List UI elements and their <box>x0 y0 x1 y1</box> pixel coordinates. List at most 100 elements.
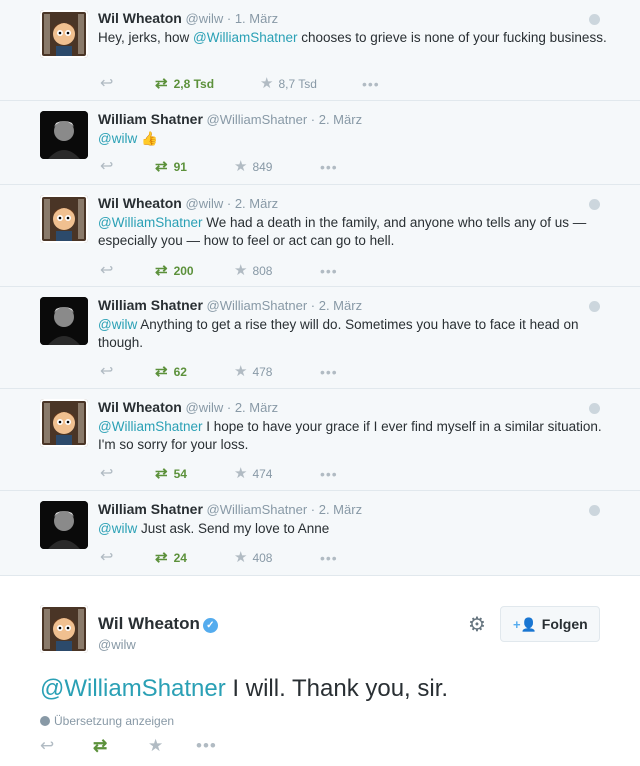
timestamp[interactable]: · 1. März <box>227 11 278 26</box>
mention-link[interactable]: @WilliamShatner <box>40 675 226 702</box>
avatar[interactable] <box>40 399 88 447</box>
retweet-button[interactable]: ⇄ 2,8 Tsd <box>155 74 214 94</box>
more-icon[interactable]: ••• <box>320 261 338 281</box>
mention-link[interactable]: @wilw <box>98 317 137 332</box>
reply-icon[interactable]: ↩ <box>100 74 113 94</box>
tweet-body: Just ask. Send my love to Anne <box>137 521 330 536</box>
favorite-count: 808 <box>252 264 273 278</box>
fullname[interactable]: Wil Wheaton <box>98 195 182 211</box>
more-icon[interactable]: ••• <box>320 362 338 382</box>
retweet-count: 24 <box>173 551 187 565</box>
more-icon[interactable]: ••• <box>320 157 338 177</box>
favorite-count: 408 <box>252 551 273 565</box>
timestamp[interactable]: · 2. März <box>227 400 278 415</box>
retweet-icon: ⇄ <box>155 158 168 175</box>
tweet-text: Hey, jerks, how @WilliamShatner chooses … <box>98 29 612 47</box>
star-icon: ★ <box>234 158 248 175</box>
star-icon: ★ <box>234 549 248 566</box>
tweet-actions: ↩ ⇄ 24 ★ 408 ••• <box>98 548 398 568</box>
more-icon[interactable]: ••• <box>320 464 338 484</box>
tweet-body: 👍 <box>137 131 158 146</box>
tweet-item[interactable]: William Shatner @WilliamShatner · 2. Mär… <box>0 491 640 576</box>
timestamp[interactable]: · 2. März <box>311 112 362 127</box>
tweet-item[interactable]: Wil Wheaton @wilw · 1. März Hey, jerks, h… <box>0 0 640 101</box>
tweet-item[interactable]: Wil Wheaton @wilw · 2. März @WilliamShatn… <box>0 185 640 287</box>
favorite-button[interactable]: ★ 849 <box>234 157 272 177</box>
globe-icon <box>589 199 600 210</box>
mention-link[interactable]: @wilw <box>98 521 137 536</box>
favorite-button[interactable]: ★ 808 <box>234 261 272 281</box>
tweet-content: Wil Wheaton @wilw · 2. März @WilliamShatn… <box>98 195 612 250</box>
avatar[interactable] <box>40 501 88 549</box>
reply-icon[interactable]: ↩ <box>100 157 113 177</box>
more-icon[interactable]: ••• <box>320 548 338 568</box>
avatar[interactable] <box>40 297 88 345</box>
more-icon[interactable]: ••• <box>362 74 380 94</box>
mention-link[interactable]: @WilliamShatner <box>193 30 297 45</box>
mention-link[interactable]: @WilliamShatner <box>98 215 202 230</box>
tweet-item[interactable]: William Shatner @WilliamShatner · 2. Mär… <box>0 287 640 389</box>
retweet-button[interactable]: ⇄ 54 <box>155 464 187 484</box>
main-username[interactable]: @wilw <box>98 637 136 652</box>
favorite-count: 478 <box>252 365 273 379</box>
favorite-button[interactable]: ★ 474 <box>234 464 272 484</box>
username[interactable]: @WilliamShatner <box>207 298 308 313</box>
tweet-body: Anything to get a rise they will do. Som… <box>98 317 579 350</box>
username[interactable]: @WilliamShatner <box>207 502 308 517</box>
translate-link[interactable]: Übersetzung anzeigen <box>40 714 174 728</box>
reply-icon[interactable]: ↩ <box>100 548 113 568</box>
tweet-text: @wilw 👍 <box>98 130 612 148</box>
timestamp[interactable]: · 2. März <box>311 298 362 313</box>
retweet-button[interactable]: ⇄ 91 <box>155 157 187 177</box>
fullname[interactable]: Wil Wheaton <box>98 10 182 26</box>
username[interactable]: @wilw <box>186 196 224 211</box>
retweet-icon[interactable]: ⇄ <box>93 736 107 756</box>
tweet-item[interactable]: Wil Wheaton @wilw · 2. März @WilliamShatn… <box>0 389 640 491</box>
reply-icon[interactable]: ↩ <box>100 261 113 281</box>
fullname[interactable]: William Shatner <box>98 111 203 127</box>
gear-icon[interactable]: ⚙ <box>468 612 486 637</box>
username[interactable]: @WilliamShatner <box>207 112 308 127</box>
translate-label[interactable]: Übersetzung anzeigen <box>54 714 174 728</box>
tweet-header: Wil Wheaton @wilw · 2. März <box>98 399 612 416</box>
fullname[interactable]: Wil Wheaton <box>98 399 182 415</box>
star-icon: ★ <box>260 75 274 92</box>
retweet-icon: ⇄ <box>155 549 168 566</box>
tweet-body: I will. Thank you, sir. <box>225 675 449 702</box>
tweet-content: Wil Wheaton @wilw · 1. März Hey, jerks, h… <box>98 10 612 47</box>
follow-label: Folgen <box>541 616 588 632</box>
tweet-item[interactable]: William Shatner @WilliamShatner · 2. Mär… <box>0 101 640 185</box>
username[interactable]: @wilw <box>186 400 224 415</box>
star-icon[interactable]: ★ <box>148 736 163 756</box>
retweet-button[interactable]: ⇄ 62 <box>155 362 187 382</box>
fullname[interactable]: Wil Wheaton <box>98 614 200 633</box>
timestamp[interactable]: · 2. März <box>227 196 278 211</box>
retweet-count: 54 <box>173 467 187 481</box>
follow-button[interactable]: +👤 Folgen <box>500 606 600 642</box>
reply-icon[interactable]: ↩ <box>100 362 113 382</box>
retweet-icon: ⇄ <box>155 262 168 279</box>
favorite-button[interactable]: ★ 8,7 Tsd <box>260 74 317 94</box>
avatar[interactable] <box>40 111 88 159</box>
fullname[interactable]: William Shatner <box>98 297 203 313</box>
fullname[interactable]: William Shatner <box>98 501 203 517</box>
favorite-button[interactable]: ★ 408 <box>234 548 272 568</box>
mention-link[interactable]: @wilw <box>98 131 137 146</box>
retweet-icon: ⇄ <box>155 363 168 380</box>
avatar[interactable] <box>40 195 88 243</box>
mention-link[interactable]: @WilliamShatner <box>98 419 202 434</box>
globe-icon <box>589 301 600 312</box>
username[interactable]: @wilw <box>186 11 224 26</box>
retweet-button[interactable]: ⇄ 24 <box>155 548 187 568</box>
favorite-button[interactable]: ★ 478 <box>234 362 272 382</box>
reply-icon[interactable]: ↩ <box>40 736 54 756</box>
retweet-button[interactable]: ⇄ 200 <box>155 261 194 281</box>
timestamp[interactable]: · 2. März <box>311 502 362 517</box>
retweet-icon: ⇄ <box>155 465 168 482</box>
avatar[interactable] <box>40 605 88 653</box>
globe-icon <box>589 505 600 516</box>
main-fullname[interactable]: Wil Wheaton ✓ <box>98 614 218 634</box>
more-icon[interactable]: ••• <box>196 736 217 756</box>
reply-icon[interactable]: ↩ <box>100 464 113 484</box>
avatar[interactable] <box>40 10 88 58</box>
